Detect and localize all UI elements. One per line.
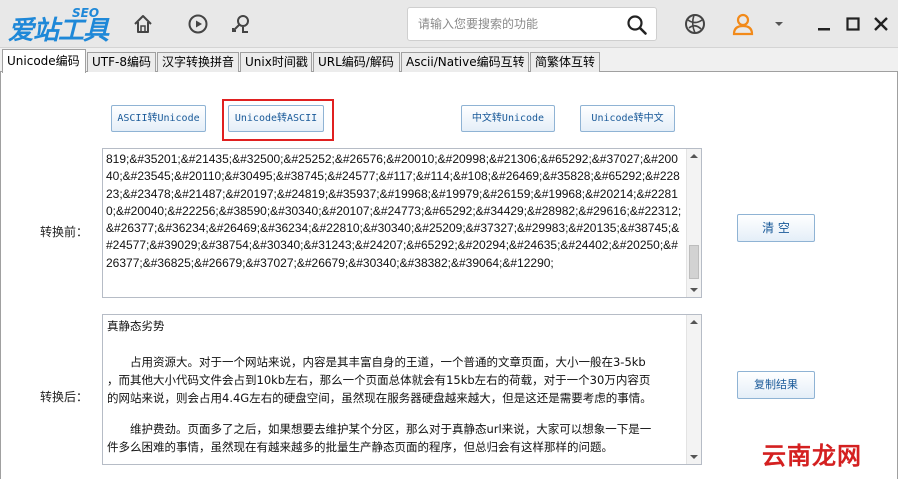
- close-icon[interactable]: [868, 11, 894, 37]
- output-scrollbar[interactable]: [686, 315, 701, 464]
- tab-ascii-native[interactable]: Ascii/Native编码互转: [401, 52, 529, 73]
- watermark: 云南龙网: [762, 442, 862, 470]
- maximize-icon[interactable]: [840, 11, 866, 37]
- tab-unix-time[interactable]: Unix时间戳: [240, 52, 312, 73]
- title-bar: 爱站工具包 SEO: [0, 0, 898, 83]
- tab-simp-trad[interactable]: 简繁体互转: [530, 52, 600, 73]
- search-input[interactable]: [418, 15, 618, 33]
- scroll-up-arrow-icon[interactable]: [690, 154, 698, 158]
- settings-wrench-icon[interactable]: [228, 11, 254, 37]
- output-textarea[interactable]: 真静态劣势 占用资源大。对于一个网站来说，内容是其丰富自身的王道，一个普通的文章…: [102, 314, 702, 465]
- search-box[interactable]: [407, 7, 657, 41]
- tab-url-encode[interactable]: URL编码/解码: [313, 52, 400, 73]
- logo-seo-text: SEO: [72, 6, 100, 20]
- home-icon[interactable]: [130, 11, 156, 37]
- clear-button[interactable]: 清 空: [737, 214, 815, 242]
- tab-utf8[interactable]: UTF-8编码: [87, 52, 156, 73]
- after-label: 转换后：: [40, 390, 89, 404]
- output-heading: 真静态劣势: [107, 319, 165, 333]
- output-para2-line1: 维护费劲。页面多了之后，如果想要去维护某个分区，那么对于真静态url来说，大家可…: [107, 422, 652, 436]
- input-textarea[interactable]: 819;&#35201;&#21435;&#32500;&#25252;&#26…: [102, 148, 702, 298]
- scroll-thumb[interactable]: [689, 245, 699, 279]
- tab-bar: Unicode编码 UTF-8编码 汉字转换拼音 Unix时间戳 URL编码/解…: [0, 48, 898, 73]
- before-label: 转换前：: [40, 225, 89, 239]
- ascii-to-unicode-button[interactable]: ASCII转Unicode: [111, 105, 206, 132]
- tab-pinyin[interactable]: 汉字转换拼音: [157, 52, 239, 73]
- dropdown-icon[interactable]: [766, 11, 792, 37]
- highlight-box: [222, 99, 334, 141]
- play-icon[interactable]: [185, 11, 211, 37]
- input-text: 819;&#35201;&#21435;&#32500;&#25252;&#26…: [106, 152, 682, 270]
- search-icon[interactable]: [626, 14, 648, 36]
- tab-unicode[interactable]: Unicode编码: [2, 49, 86, 73]
- input-scrollbar[interactable]: [686, 149, 701, 297]
- output-para2-line2: 件多么困难的事情，虽然现在有越来越多的批量生产静态页面的程序，但总归会有这样那样…: [107, 440, 613, 454]
- globe-icon[interactable]: [682, 11, 708, 37]
- scroll-down-arrow-icon[interactable]: [690, 288, 698, 292]
- output-para1-line1: 占用资源大。对于一个网站来说，内容是其丰富自身的王道，一个普通的文章页面，大小一…: [107, 355, 646, 369]
- scroll-down-arrow-icon[interactable]: [690, 455, 698, 459]
- unicode-to-chinese-button[interactable]: Unicode转中文: [580, 105, 675, 132]
- output-para1-line3: 的网站来说，则会占用4.4G左右的硬盘空间，虽然现在服务器硬盘越来越大，但是这还…: [107, 391, 652, 405]
- app-logo: 爱站工具包 SEO: [8, 6, 120, 83]
- user-icon[interactable]: [730, 11, 756, 37]
- minimize-icon[interactable]: [811, 11, 837, 37]
- output-para1-line2: ，而其他大小代码文件会占到10kb左右，那么一个页面总体就会有15kb左右的荷载…: [107, 373, 651, 387]
- scroll-up-arrow-icon[interactable]: [690, 320, 698, 324]
- copy-result-button[interactable]: 复制结果: [737, 371, 815, 399]
- chinese-to-unicode-button[interactable]: 中文转Unicode: [461, 105, 555, 132]
